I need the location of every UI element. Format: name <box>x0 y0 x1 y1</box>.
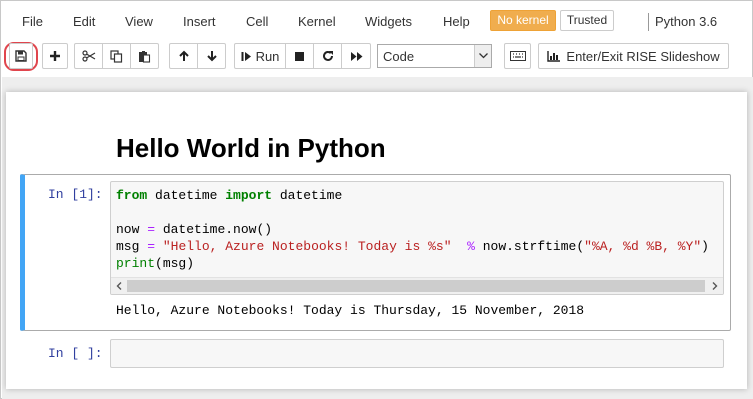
code-token: "%A, %d %B, %Y" <box>584 239 702 254</box>
save-button[interactable] <box>9 43 33 69</box>
menu-view[interactable]: View <box>125 14 153 29</box>
menu-cell[interactable]: Cell <box>246 14 268 29</box>
plus-icon <box>50 51 60 61</box>
scroll-left-icon[interactable] <box>111 278 127 294</box>
rise-slideshow-button[interactable]: Enter/Exit RISE Slideshow <box>538 43 729 69</box>
code-token: (msg) <box>155 256 195 271</box>
cell-type-value: Code <box>383 49 415 64</box>
arrow-down-icon <box>206 51 217 62</box>
fast-forward-icon <box>350 51 362 61</box>
code-token: now.strftime( <box>474 239 585 254</box>
copy-icon <box>110 49 123 63</box>
move-up-button[interactable] <box>169 43 198 69</box>
code-token: now <box>116 222 148 237</box>
code-token: ) <box>701 239 709 254</box>
kernel-status-badge[interactable]: No kernel <box>490 10 556 31</box>
menu-help[interactable]: Help <box>443 14 470 29</box>
code-token: = <box>147 222 156 237</box>
notebook-window: File Edit View Insert Cell Kernel Widget… <box>0 0 753 399</box>
stop-icon <box>295 51 304 61</box>
interrupt-button[interactable] <box>285 43 314 69</box>
menu-bar: File Edit View Insert Cell Kernel Widget… <box>1 8 753 36</box>
paste-button[interactable] <box>130 43 159 69</box>
empty-code-editor[interactable] <box>110 339 724 368</box>
scrollbar-thumb[interactable] <box>127 280 705 292</box>
code-token: datetime <box>272 188 343 203</box>
cell-type-select[interactable]: Code <box>377 44 492 68</box>
command-palette-button[interactable] <box>504 43 531 69</box>
scroll-right-icon[interactable] <box>707 278 723 294</box>
copy-button[interactable] <box>102 43 131 69</box>
code-text: from datetime import datetime now = date… <box>116 187 709 272</box>
code-token: msg <box>116 239 148 254</box>
step-forward-icon <box>241 51 251 61</box>
restart-button[interactable] <box>313 43 342 69</box>
keyboard-icon <box>509 51 526 61</box>
move-down-button[interactable] <box>197 43 226 69</box>
code-token: import <box>225 188 273 203</box>
run-button[interactable]: Run <box>234 43 286 69</box>
insert-cell-button[interactable] <box>42 43 68 69</box>
menu-edit[interactable]: Edit <box>73 14 95 29</box>
code-token: = <box>147 239 156 254</box>
kernel-separator <box>648 13 649 31</box>
run-button-label: Run <box>255 48 280 64</box>
paste-icon <box>139 50 151 63</box>
chevron-down-icon <box>474 45 491 67</box>
kernel-name: Python 3.6 <box>655 14 718 29</box>
code-token: "Hello, Azure Notebooks! Today is %s" <box>162 239 452 254</box>
horizontal-scrollbar[interactable] <box>111 277 723 294</box>
code-token: datetime.now() <box>155 222 273 237</box>
code-token: from <box>116 188 148 203</box>
trusted-badge[interactable]: Trusted <box>560 10 614 31</box>
restart-run-all-button[interactable] <box>341 43 371 69</box>
code-token: datetime <box>147 188 226 203</box>
arrow-up-icon <box>178 50 189 61</box>
bar-chart-icon <box>547 50 561 62</box>
code-token: % <box>467 239 475 254</box>
cell-output: Hello, Azure Notebooks! Today is Thursda… <box>116 303 585 318</box>
menu-file[interactable]: File <box>22 14 43 29</box>
menu-widgets[interactable]: Widgets <box>365 14 412 29</box>
cut-button[interactable] <box>74 43 103 69</box>
rise-slideshow-label: Enter/Exit RISE Slideshow <box>566 48 720 64</box>
cell-prompt: In [1]: <box>48 187 103 202</box>
save-icon <box>15 50 27 62</box>
markdown-heading: Hello World in Python <box>116 133 386 163</box>
code-token: print <box>116 256 156 271</box>
cut-icon <box>81 50 95 62</box>
menu-insert[interactable]: Insert <box>183 14 216 29</box>
restart-icon <box>322 50 333 61</box>
code-editor[interactable]: from datetime import datetime now = date… <box>110 181 724 295</box>
cell-prompt-empty: In [ ]: <box>48 346 103 361</box>
menu-kernel[interactable]: Kernel <box>298 14 336 29</box>
